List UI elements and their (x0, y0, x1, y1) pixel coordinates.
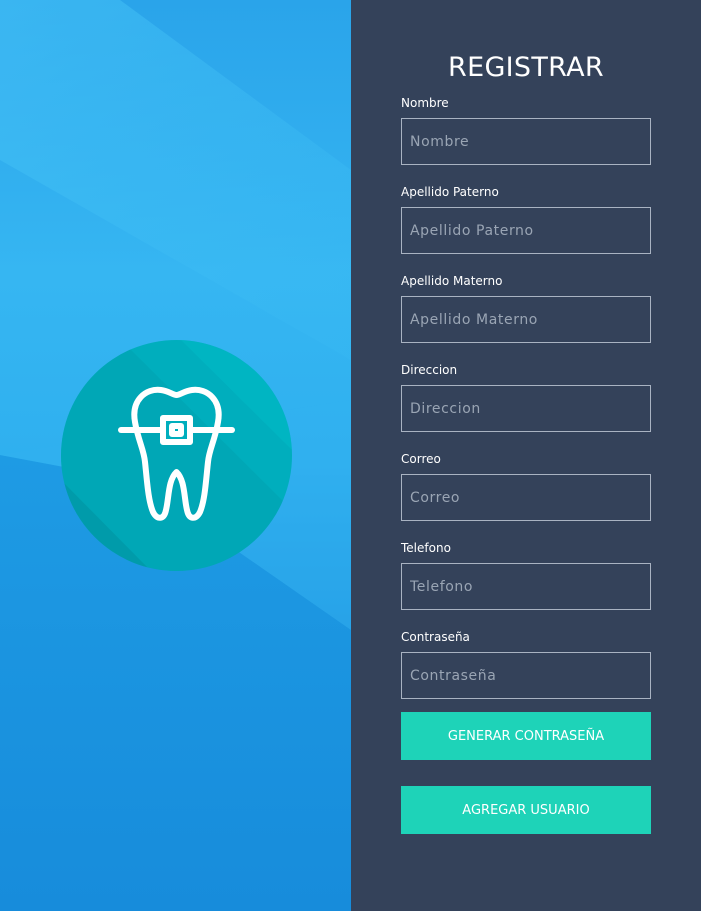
add-user-button[interactable]: AGREGAR USUARIO (401, 786, 651, 834)
register-panel: REGISTRAR Nombre Apellido Paterno Apelli… (351, 0, 701, 911)
correo-label: Correo (401, 452, 441, 466)
contrasena-input[interactable] (401, 652, 651, 699)
apellido-paterno-input[interactable] (401, 207, 651, 254)
form-title: REGISTRAR (448, 52, 604, 83)
logo (61, 340, 292, 571)
direccion-input[interactable] (401, 385, 651, 432)
apellido-materno-input[interactable] (401, 296, 651, 343)
generate-password-button[interactable]: GENERAR CONTRASEÑA (401, 712, 651, 760)
telefono-label: Telefono (401, 541, 451, 555)
nombre-input[interactable] (401, 118, 651, 165)
apellido-materno-label: Apellido Materno (401, 274, 503, 288)
direccion-label: Direccion (401, 363, 458, 377)
apellido-paterno-label: Apellido Paterno (401, 185, 499, 199)
telefono-input[interactable] (401, 563, 651, 610)
brand-panel (0, 0, 351, 911)
contrasena-label: Contraseña (401, 630, 470, 644)
register-window: REGISTRAR Nombre Apellido Paterno Apelli… (0, 0, 701, 911)
correo-input[interactable] (401, 474, 651, 521)
nombre-label: Nombre (401, 96, 449, 110)
